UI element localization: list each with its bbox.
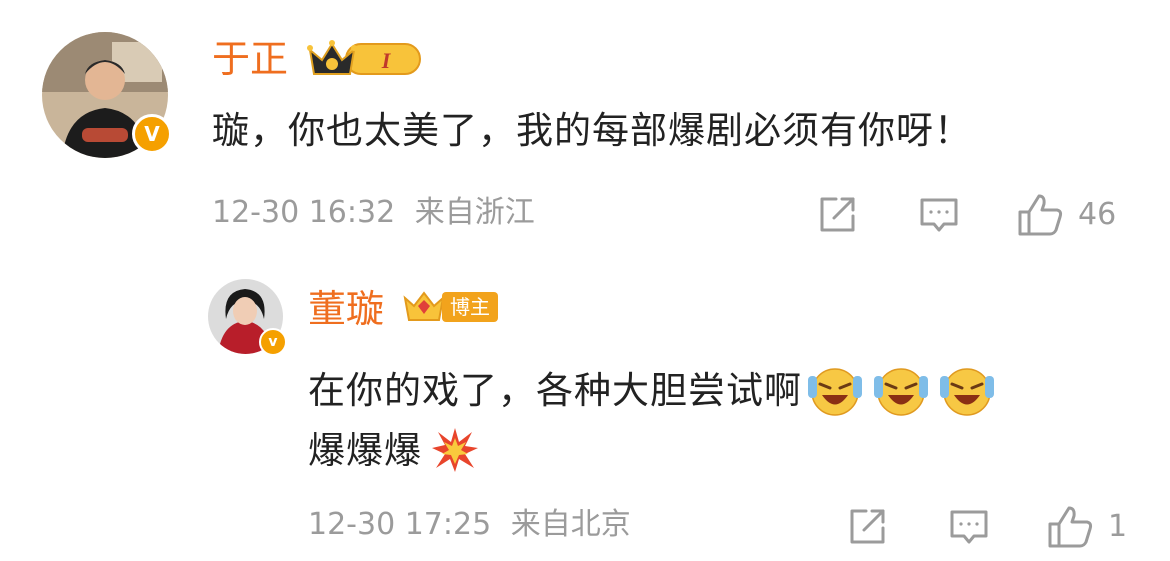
svg-text:I: I	[381, 48, 392, 73]
reply-text-line2: 爆爆爆	[308, 426, 480, 474]
reply-button[interactable]	[948, 506, 990, 548]
share-button[interactable]	[816, 194, 858, 236]
share-icon	[850, 509, 885, 544]
commenter-name[interactable]: 于正	[212, 40, 288, 78]
explosion-emoji	[432, 428, 478, 472]
comment-icon	[950, 510, 988, 544]
reply-text-line1: 在你的戏了，各种大胆尝试啊	[308, 362, 996, 418]
laugh-cry-emoji	[808, 368, 862, 416]
like-count: 1	[1108, 509, 1128, 544]
verified-badge-icon: V	[132, 114, 172, 154]
comment-text: 璇，你也太美了，我的每部爆剧必须有你呀！	[212, 109, 972, 152]
reply-location: 来自北京	[510, 507, 631, 542]
like-count: 46	[1078, 197, 1117, 232]
avatar-commenter[interactable]: V	[42, 32, 172, 158]
comment-time: 12-30 16:32	[212, 195, 396, 230]
like-button[interactable]: 46	[1016, 192, 1116, 238]
comment-location: 来自浙江	[414, 195, 535, 230]
share-button[interactable]	[846, 506, 888, 548]
comment-meta: 12-30 16:32 来自浙江	[212, 198, 535, 228]
like-button[interactable]: 1	[1046, 504, 1127, 550]
reply-button[interactable]	[918, 194, 960, 236]
like-icon	[1048, 506, 1093, 548]
crown-gem-icon	[403, 291, 445, 321]
blogger-badge-label: 博主	[442, 292, 498, 322]
like-icon	[1018, 194, 1063, 236]
replier-name[interactable]: 董璇	[308, 290, 384, 328]
reply-meta: 12-30 17:25 来自北京	[308, 510, 631, 540]
comment-icon	[920, 198, 958, 232]
laugh-cry-emoji	[874, 368, 928, 416]
share-icon	[820, 197, 855, 232]
reply-time: 12-30 17:25	[308, 507, 492, 542]
laugh-cry-emoji	[940, 368, 994, 416]
verified-badge-icon: v	[259, 328, 287, 356]
blogger-badge: 博主	[402, 290, 498, 324]
crown-level-badge-icon[interactable]: I	[306, 38, 424, 80]
avatar-replier[interactable]: v	[208, 279, 287, 356]
